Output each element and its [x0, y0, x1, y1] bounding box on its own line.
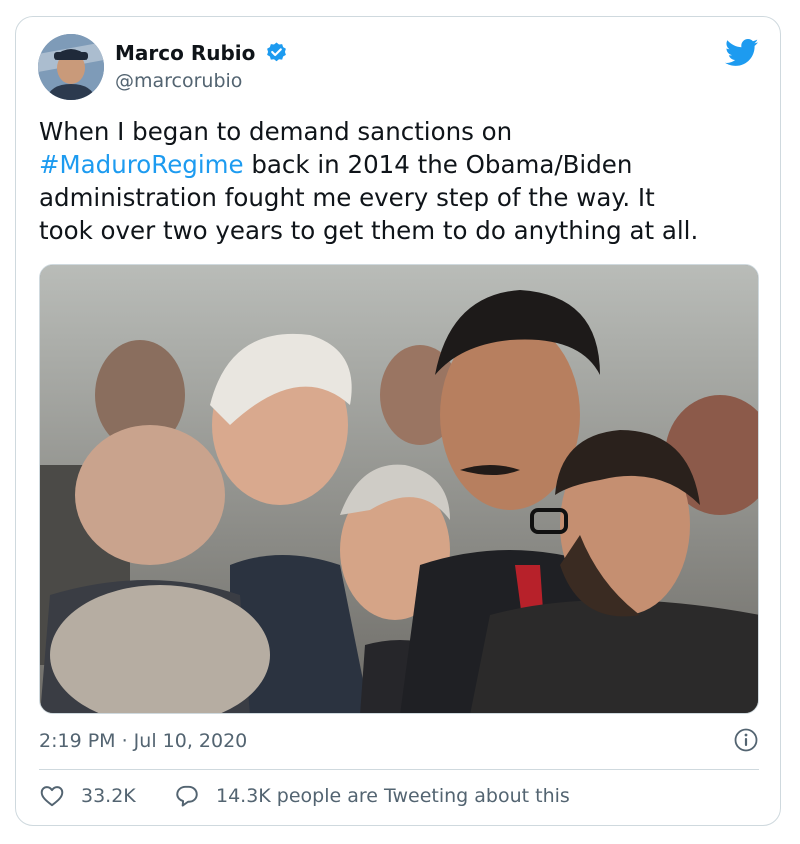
like-button[interactable]: 33.2K — [39, 783, 136, 809]
heart-icon — [40, 786, 64, 807]
tweet-card: Marco Rubio @marcorubio When I began to … — [15, 16, 781, 826]
author-handle[interactable]: @marcorubio — [115, 70, 242, 92]
speech-bubble-icon — [176, 785, 198, 807]
hashtag-link[interactable]: #MaduroRegime — [39, 150, 244, 179]
tweet-line-4: took over two years to get them to do an… — [39, 216, 699, 245]
tweet-line-3: administration fought me every step of t… — [39, 183, 655, 212]
tweet-timestamp[interactable]: 2:19 PM · Jul 10, 2020 — [39, 730, 247, 752]
conversation-button[interactable]: 14.3K people are Tweeting about this — [174, 783, 570, 809]
author-name[interactable]: Marco Rubio — [115, 41, 255, 65]
info-icon[interactable] — [734, 728, 758, 752]
like-count: 33.2K — [81, 785, 136, 807]
tweet-text: When I began to demand sanctions on #Mad… — [39, 115, 769, 247]
twitter-bird-icon[interactable] — [725, 39, 759, 67]
tweet-photo[interactable] — [39, 264, 759, 714]
avatar[interactable] — [38, 34, 104, 100]
tweeting-about-count: 14.3K people are Tweeting about this — [216, 785, 570, 807]
tweet-line-2: back in 2014 the Obama/Biden — [243, 150, 633, 179]
verified-badge-icon — [267, 42, 286, 62]
tweet-line-1: When I began to demand sanctions on — [39, 117, 513, 146]
divider — [39, 769, 759, 770]
